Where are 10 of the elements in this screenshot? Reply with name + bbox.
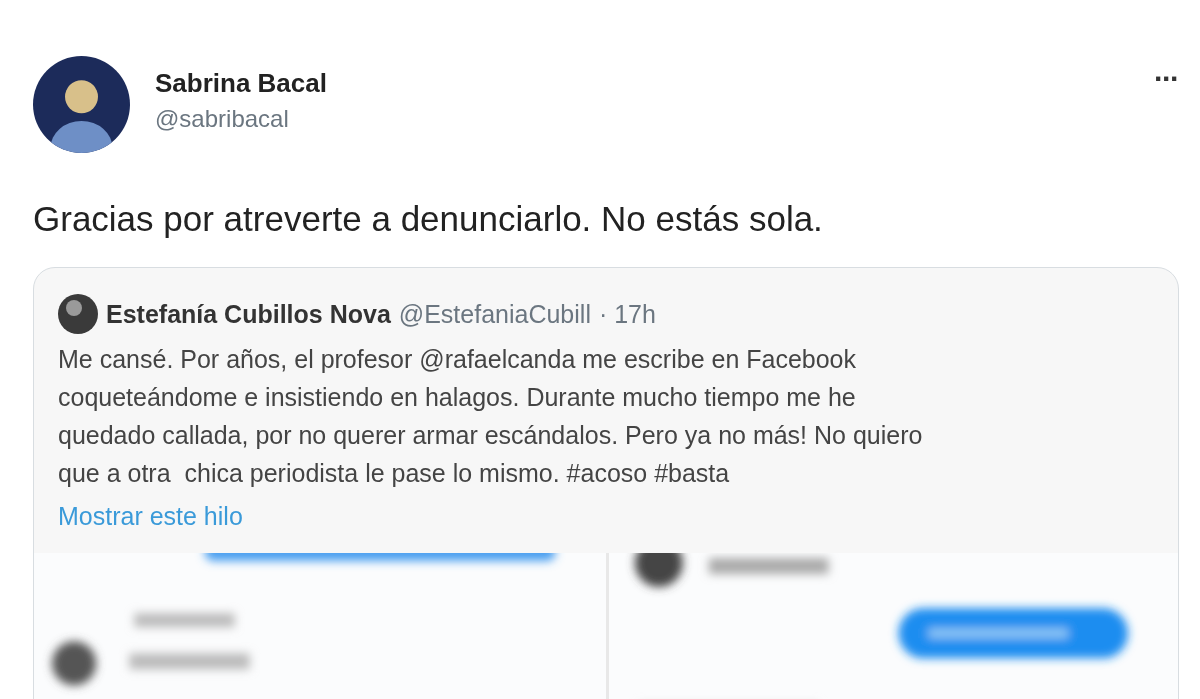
author-handle[interactable]: @sabribacal [155, 105, 1154, 133]
author-name[interactable]: Estefanía Cubillos Nova [106, 299, 391, 329]
quoted-tweet[interactable] [33, 267, 1179, 699]
tweet-text: Gracias por atreverte a denunciarlo. No estás sola. [33, 199, 824, 239]
timestamp: · 17h [598, 299, 656, 329]
author-name[interactable]: Sabrina Bacal [155, 68, 1154, 99]
author-handle[interactable]: @EstefaniaCubill [398, 299, 591, 329]
more-button[interactable]: ··· [1154, 62, 1178, 96]
avatar[interactable] [58, 294, 98, 334]
quoted-text: Me cansé. Por años, el profesor @rafaelcanda me escribe en Facebook coqueteándome e insistiendo en halagos. Durante mucho tiempo me he quedado callada, por no querer armar escándalos. Pero ya no más! No quiero que a otra chica periodista le pase lo mismo. #acoso #basta [58, 344, 924, 489]
